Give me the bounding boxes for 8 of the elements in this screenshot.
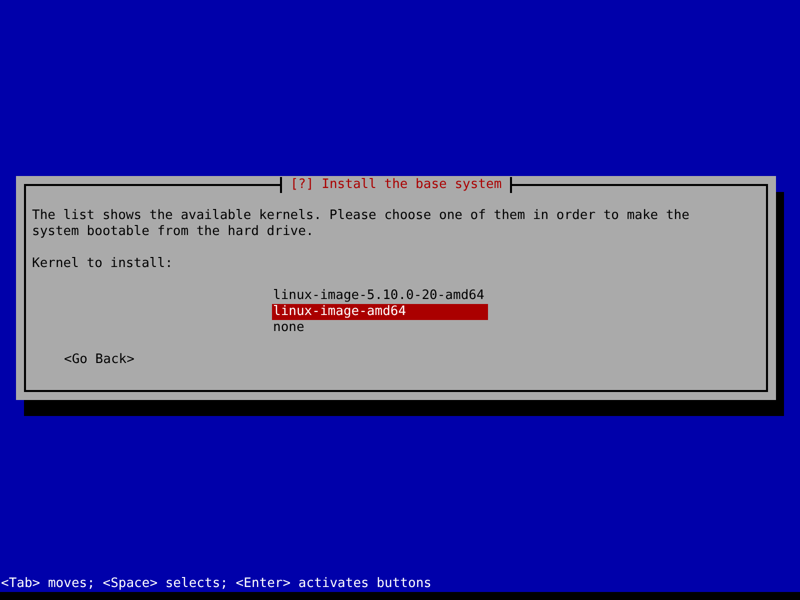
status-bar-hint: <Tab> moves; <Space> selects; <Enter> activates buttons: [0, 576, 432, 592]
prompt-label: Kernel to install:: [32, 256, 174, 272]
dialog-title: [?] Install the base system: [280, 177, 512, 193]
go-back-button[interactable]: <Go Back>: [64, 352, 134, 368]
dialog-message: The list shows the available kernels. Please choose one of them in order to make the system bootable from the hard drive.: [32, 208, 690, 240]
kernel-option[interactable]: none: [272, 320, 488, 336]
kernel-option[interactable]: linux-image-5.10.0-20-amd64: [272, 288, 488, 304]
kernel-option[interactable]: linux-image-amd64: [272, 304, 488, 320]
